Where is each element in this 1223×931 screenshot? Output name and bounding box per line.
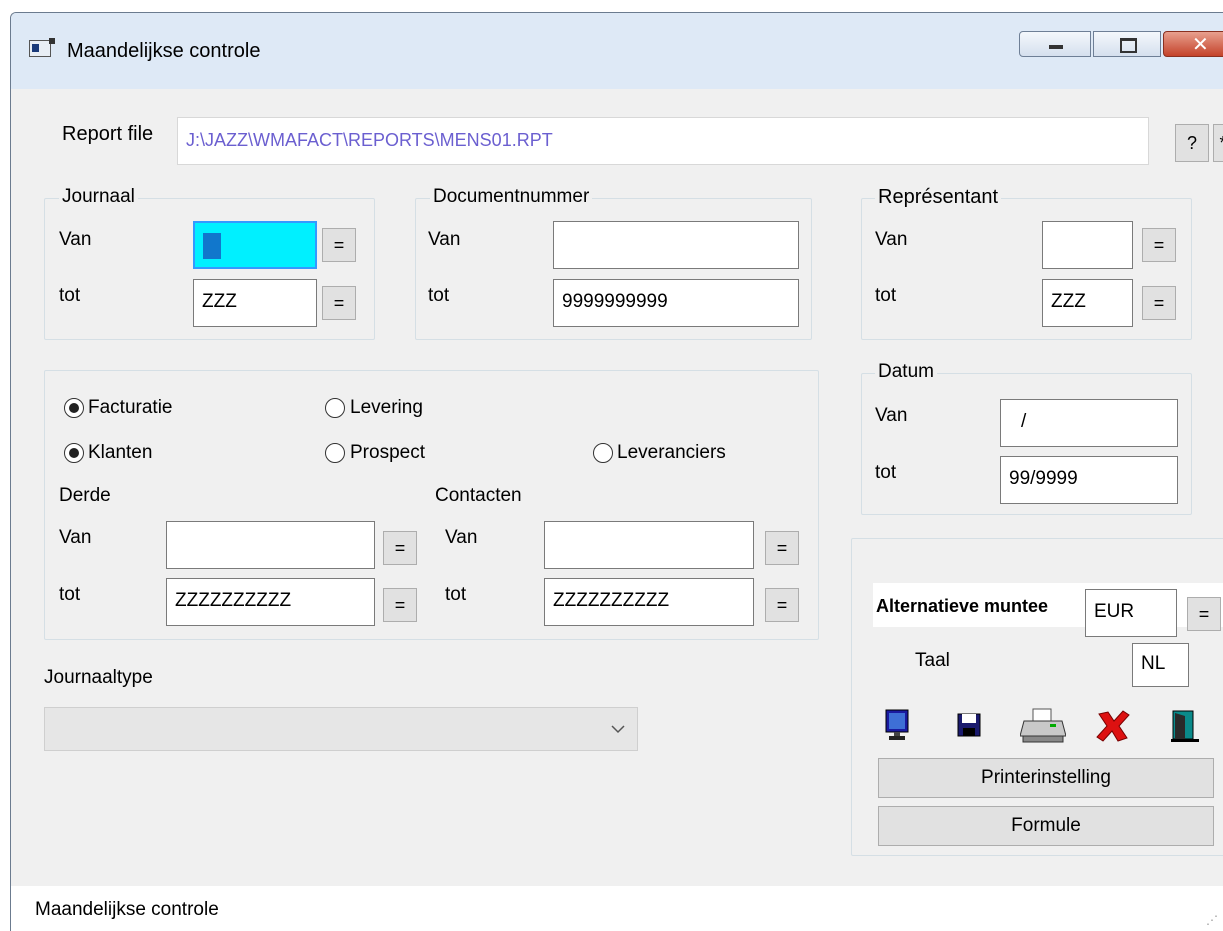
contacten-van-label: Van <box>445 527 478 548</box>
contacten-tot-input[interactable]: ZZZZZZZZZZ <box>544 578 754 626</box>
dialog-window: Maandelijkse controle ✕ Report file J:\J… <box>10 12 1223 931</box>
minimize-icon <box>1049 45 1063 49</box>
printer-icon[interactable] <box>1020 708 1066 744</box>
leveranciers-radio[interactable] <box>593 443 613 463</box>
contacten-tot-label: tot <box>445 584 467 605</box>
printerinstelling-button[interactable]: Printerinstelling <box>878 758 1214 798</box>
datum-legend: Datum <box>875 361 937 383</box>
contacten-label: Contacten <box>435 485 522 506</box>
facturatie-radio[interactable] <box>64 398 84 418</box>
klanten-radio[interactable] <box>64 443 84 463</box>
representant-tot-lookup-button[interactable]: = <box>1142 286 1176 320</box>
resize-grip-icon[interactable]: ⋰ <box>1206 913 1218 927</box>
documentnummer-legend: Documentnummer <box>430 186 593 208</box>
facturatie-label[interactable]: Facturatie <box>88 397 172 419</box>
journaaltype-select[interactable] <box>44 707 638 751</box>
datum-tot-label: tot <box>875 462 897 483</box>
datum-van-label: Van <box>875 405 908 426</box>
journaal-van-input[interactable] <box>193 221 317 269</box>
levering-radio[interactable] <box>325 398 345 418</box>
derde-van-input[interactable] <box>166 521 375 569</box>
contacten-van-lookup-button[interactable]: = <box>765 531 799 565</box>
status-bar: Maandelijkse controle ⋰ <box>11 886 1223 931</box>
derde-label: Derde <box>59 485 111 506</box>
report-file-input[interactable]: J:\JAZZ\WMAFACT\REPORTS\MENS01.RPT <box>177 117 1149 165</box>
cancel-x-icon[interactable] <box>1094 708 1132 744</box>
maximize-button[interactable] <box>1093 31 1161 57</box>
documentnummer-van-input[interactable] <box>553 221 799 269</box>
klanten-label[interactable]: Klanten <box>88 442 152 464</box>
journaal-van-lookup-button[interactable]: = <box>322 228 356 262</box>
contacten-van-input[interactable] <box>544 521 754 569</box>
taal-input[interactable]: NL <box>1132 643 1189 687</box>
currency-input[interactable]: EUR <box>1085 589 1177 637</box>
representant-van-input[interactable] <box>1042 221 1133 269</box>
close-icon: ✕ <box>1192 34 1209 56</box>
documentnummer-tot-label: tot <box>428 285 450 306</box>
derde-tot-label: tot <box>59 584 81 605</box>
derde-tot-input[interactable]: ZZZZZZZZZZ <box>166 578 375 626</box>
journaal-tot-input[interactable]: ZZZ <box>193 279 317 327</box>
prospect-label[interactable]: Prospect <box>350 442 425 464</box>
journaal-legend: Journaal <box>59 186 138 208</box>
derde-van-label: Van <box>59 527 92 548</box>
floppy-save-icon[interactable] <box>954 708 984 744</box>
contacten-tot-lookup-button[interactable]: = <box>765 588 799 622</box>
currency-label: Alternatieve muntee <box>876 596 1049 616</box>
screen-preview-icon[interactable] <box>883 708 913 744</box>
close-button[interactable]: ✕ <box>1163 31 1223 57</box>
representant-van-label: Van <box>875 229 908 250</box>
prospect-radio[interactable] <box>325 443 345 463</box>
documentnummer-tot-input[interactable]: 9999999999 <box>553 279 799 327</box>
exit-door-icon[interactable] <box>1171 708 1199 744</box>
representant-van-lookup-button[interactable]: = <box>1142 228 1176 262</box>
datum-van-input[interactable]: / <box>1000 399 1178 447</box>
report-help-button[interactable]: ? <box>1175 124 1209 162</box>
window-title: Maandelijkse controle <box>67 40 261 62</box>
representant-tot-input[interactable]: ZZZ <box>1042 279 1133 327</box>
representant-tot-label: tot <box>875 285 897 306</box>
derde-tot-lookup-button[interactable]: = <box>383 588 417 622</box>
minimize-button[interactable] <box>1019 31 1091 57</box>
formule-button[interactable]: Formule <box>878 806 1214 846</box>
datum-tot-input[interactable]: 99/9999 <box>1000 456 1178 504</box>
taal-label: Taal <box>915 650 950 671</box>
title-bar[interactable]: Maandelijkse controle ✕ <box>11 13 1223 89</box>
journaal-van-label: Van <box>59 229 92 250</box>
report-browse-button[interactable]: * <box>1213 124 1223 162</box>
derde-van-lookup-button[interactable]: = <box>383 531 417 565</box>
documentnummer-van-label: Van <box>428 229 461 250</box>
currency-lookup-button[interactable]: = <box>1187 597 1221 631</box>
journaal-tot-label: tot <box>59 285 81 306</box>
journaal-tot-lookup-button[interactable]: = <box>322 286 356 320</box>
journaaltype-label: Journaaltype <box>44 667 153 688</box>
representant-legend: Représentant <box>875 186 1002 209</box>
text-cursor <box>203 233 221 259</box>
status-text: Maandelijkse controle <box>35 899 219 920</box>
app-icon[interactable] <box>29 38 55 57</box>
levering-label[interactable]: Levering <box>350 397 423 419</box>
maximize-icon <box>1120 38 1137 53</box>
report-file-label: Report file <box>62 123 154 145</box>
chevron-down-icon <box>611 725 625 734</box>
leveranciers-label[interactable]: Leveranciers <box>617 442 726 464</box>
